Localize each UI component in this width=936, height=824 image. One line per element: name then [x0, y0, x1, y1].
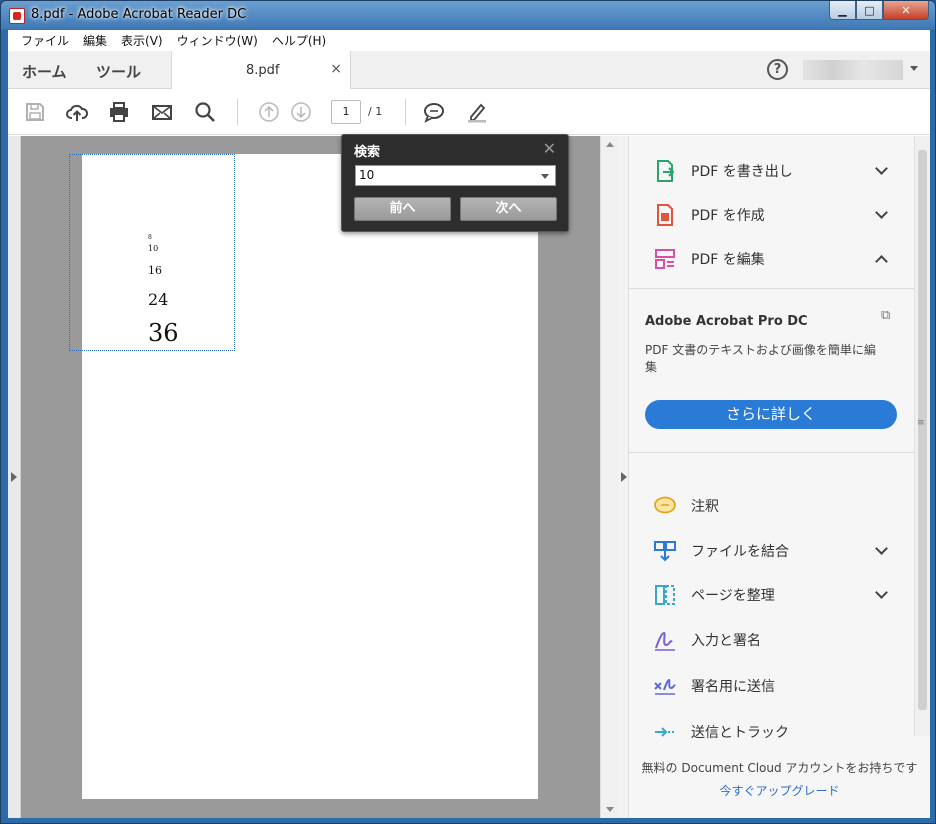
- collapse-right-icon: [621, 472, 627, 482]
- tool-comment[interactable]: 注釈: [653, 493, 719, 519]
- acrobat-app-icon: [9, 8, 25, 24]
- toolbar-separator: [405, 99, 406, 125]
- tool-label: 入力と署名: [691, 633, 761, 649]
- find-title: 検索: [354, 145, 381, 160]
- page-number-input[interactable]: 1: [331, 100, 361, 124]
- document-scrollbar[interactable]: [600, 136, 619, 818]
- menu-window[interactable]: ウィンドウ(W): [170, 32, 265, 49]
- tool-label: PDF を書き出し: [691, 164, 793, 180]
- minimize-button[interactable]: ▁: [829, 1, 856, 20]
- text-selection-box: [69, 154, 235, 351]
- tool-export-pdf[interactable]: PDF を書き出し: [653, 158, 793, 184]
- menu-view[interactable]: 表示(V): [114, 32, 170, 49]
- tool-send-for-signature[interactable]: 署名用に送信: [653, 673, 775, 699]
- help-icon[interactable]: ?: [767, 59, 788, 80]
- right-panel-toggle[interactable]: [619, 136, 629, 818]
- menu-edit[interactable]: 編集: [76, 32, 114, 49]
- scroll-down-icon[interactable]: [606, 807, 614, 812]
- title-bar[interactable]: 8.pdf - Adobe Acrobat Reader DC ▁ □ ✕: [1, 1, 935, 30]
- tool-label: PDF を編集: [691, 252, 765, 268]
- window-title: 8.pdf - Adobe Acrobat Reader DC: [31, 7, 247, 22]
- previous-page-icon[interactable]: [258, 101, 280, 123]
- account-status-text: 無料の Document Cloud アカウントをお持ちです: [641, 761, 918, 775]
- tab-home[interactable]: ホーム: [22, 61, 67, 82]
- toolbar: 1 / 1: [8, 89, 930, 135]
- find-popup: 検索 ✕ 10 前へ 次へ: [341, 134, 569, 232]
- chevron-down-icon[interactable]: [875, 542, 888, 555]
- divider: [629, 452, 914, 453]
- highlight-pen-icon[interactable]: [466, 101, 488, 123]
- fill-sign-icon: [655, 631, 675, 651]
- tab-tools[interactable]: ツール: [96, 61, 141, 82]
- find-input[interactable]: 10: [355, 165, 556, 186]
- scrollbar-thumb[interactable]: [918, 150, 927, 710]
- print-icon[interactable]: [108, 101, 130, 123]
- upload-cloud-icon[interactable]: [66, 101, 88, 123]
- tool-label: 送信とトラック: [691, 725, 789, 741]
- find-previous-button[interactable]: 前へ: [354, 197, 451, 221]
- find-dropdown-icon[interactable]: [541, 174, 549, 179]
- app-window: 8.pdf - Adobe Acrobat Reader DC ▁ □ ✕ ファ…: [0, 0, 936, 824]
- create-pdf-icon: [657, 204, 673, 226]
- menu-bar: ファイル 編集 表示(V) ウィンドウ(W) ヘルプ(H): [8, 30, 930, 51]
- expand-left-icon: [11, 472, 17, 482]
- tool-organize-pages[interactable]: ページを整理: [653, 582, 775, 608]
- organize-pages-icon: [655, 585, 675, 605]
- combine-files-icon: [654, 541, 676, 562]
- menu-help[interactable]: ヘルプ(H): [265, 32, 333, 49]
- learn-more-button[interactable]: さらに詳しく: [645, 400, 897, 429]
- close-tab-icon[interactable]: ×: [330, 61, 342, 77]
- tool-label: 注釈: [691, 499, 719, 515]
- document-viewer[interactable]: 8 10 16 24 36: [8, 136, 619, 818]
- tool-create-pdf[interactable]: PDF を作成: [653, 202, 765, 228]
- tool-combine-files[interactable]: ファイルを結合: [653, 538, 789, 564]
- send-for-signature-icon: [654, 678, 676, 695]
- next-page-icon[interactable]: [290, 101, 312, 123]
- send-track-icon: [655, 727, 674, 737]
- grip-icon: ≡: [917, 418, 925, 428]
- page-total: / 1: [368, 105, 383, 118]
- maximize-button[interactable]: □: [856, 1, 883, 20]
- account-name-blurred[interactable]: [803, 60, 903, 80]
- upgrade-link[interactable]: 今すぐアップグレード: [629, 782, 930, 799]
- tool-label: PDF を作成: [691, 208, 765, 224]
- tools-pane: PDF を書き出し PDF を作成 PDF を編集 ⧉ Adobe Acroba…: [629, 136, 930, 818]
- copy-icon[interactable]: ⧉: [881, 308, 890, 323]
- divider: [629, 288, 914, 289]
- save-icon[interactable]: [24, 101, 46, 123]
- find-query: 10: [359, 168, 375, 182]
- tool-fill-sign[interactable]: 入力と署名: [653, 627, 761, 653]
- tool-label: 署名用に送信: [691, 679, 775, 695]
- chevron-down-icon[interactable]: [875, 586, 888, 599]
- chevron-down-icon[interactable]: [875, 162, 888, 175]
- toolbar-separator: [237, 99, 238, 125]
- export-pdf-icon: [657, 160, 675, 182]
- tool-edit-pdf[interactable]: PDF を編集: [653, 246, 765, 272]
- comment-icon[interactable]: [423, 101, 445, 123]
- tab-document[interactable]: 8.pdf ×: [171, 51, 351, 89]
- tool-send-track[interactable]: 送信とトラック: [653, 719, 789, 745]
- client-area: ファイル 編集 表示(V) ウィンドウ(W) ヘルプ(H) ホーム ツール 8.…: [8, 30, 930, 818]
- edit-pdf-icon: [655, 249, 675, 269]
- document-tab-label: 8.pdf: [246, 63, 280, 78]
- search-icon[interactable]: [194, 101, 216, 123]
- promo-title: Adobe Acrobat Pro DC: [645, 314, 808, 329]
- tab-bar: ホーム ツール 8.pdf × ?: [8, 51, 930, 89]
- chevron-up-icon[interactable]: [875, 255, 888, 268]
- left-panel-toggle[interactable]: [8, 136, 21, 818]
- promo-description: PDF 文書のテキストおよび画像を簡単に編集: [645, 343, 876, 374]
- tools-pane-scrollbar[interactable]: ≡: [914, 136, 930, 736]
- scroll-up-icon[interactable]: [606, 142, 614, 147]
- account-dropdown-icon[interactable]: [910, 66, 918, 71]
- chevron-down-icon[interactable]: [875, 206, 888, 219]
- tool-label: ファイルを結合: [691, 544, 789, 560]
- comment-icon: [654, 496, 676, 514]
- email-icon[interactable]: [151, 101, 173, 123]
- menu-file[interactable]: ファイル: [14, 32, 76, 49]
- find-close-icon[interactable]: ✕: [543, 139, 556, 158]
- tool-label: ページを整理: [691, 588, 775, 604]
- find-next-button[interactable]: 次へ: [460, 197, 557, 221]
- close-window-button[interactable]: ✕: [883, 1, 929, 20]
